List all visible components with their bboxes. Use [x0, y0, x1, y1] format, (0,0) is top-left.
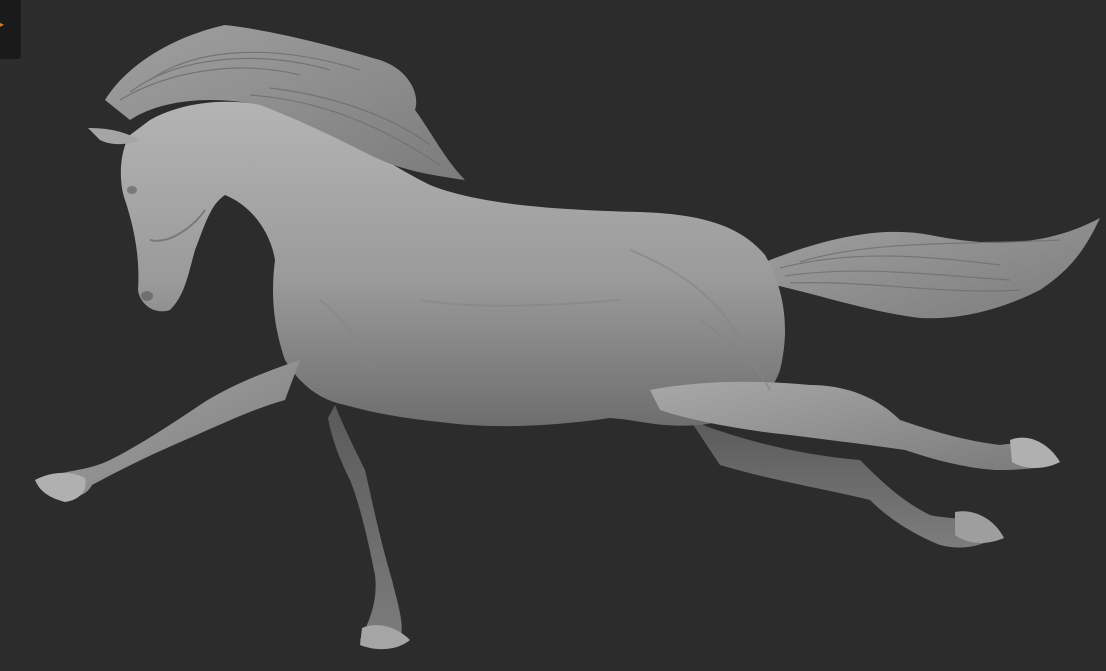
- horse-body: [120, 101, 786, 427]
- tail: [765, 218, 1100, 319]
- hind-leg-near: [650, 381, 1058, 470]
- 3d-viewport[interactable]: ▸: [0, 0, 1106, 671]
- hind-hoof-near: [1010, 437, 1060, 468]
- horse-sculpt-model[interactable]: [0, 0, 1106, 671]
- eye: [127, 186, 137, 194]
- front-leg-far: [328, 405, 402, 649]
- nostril: [141, 291, 153, 301]
- front-hoof: [35, 472, 86, 502]
- hind-hoof-far: [955, 511, 1004, 543]
- front-hoof-far: [360, 625, 410, 650]
